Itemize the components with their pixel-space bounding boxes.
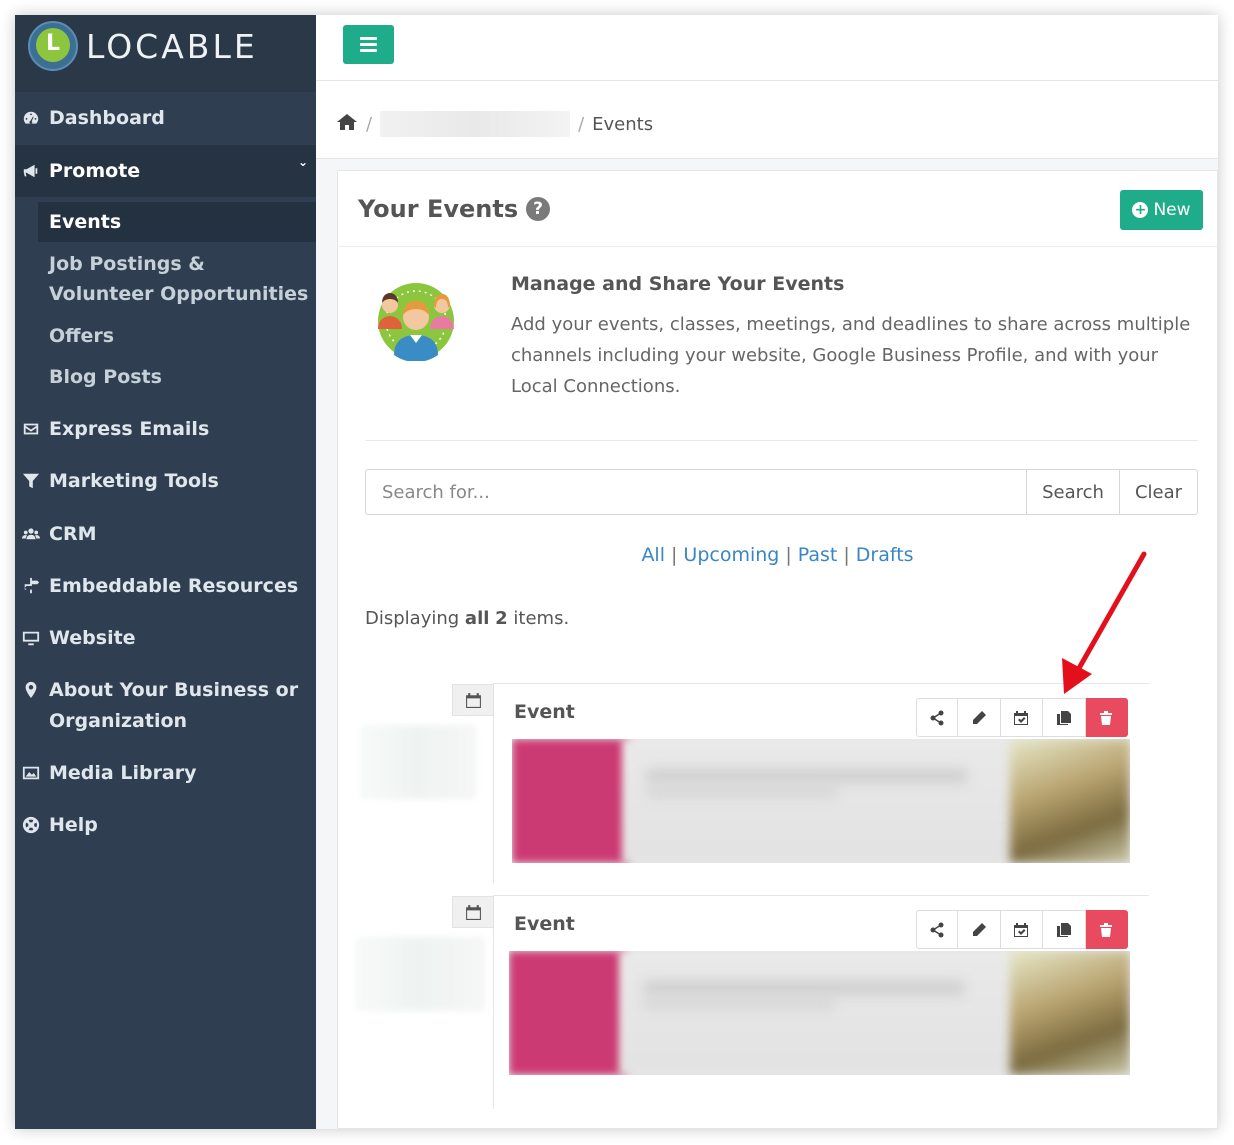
calendar-icon [452, 684, 494, 716]
intro-text: Add your events, classes, meetings, and … [511, 314, 1191, 397]
envelope-icon [20, 420, 42, 438]
filter-upcoming[interactable]: Upcoming [683, 544, 779, 566]
pencil-icon [972, 710, 987, 725]
divider [365, 440, 1198, 441]
event-thumbnail[interactable] [360, 725, 476, 799]
filter-icon [20, 472, 42, 490]
sidebar-item-marketing-tools[interactable]: Marketing Tools [15, 466, 316, 496]
clear-button[interactable]: Clear [1120, 469, 1198, 515]
hamburger-icon [360, 37, 377, 40]
sidebar-item-promote[interactable]: Promote ⌄ [15, 145, 316, 197]
intro-title: Manage and Share Your Events [511, 273, 845, 295]
users-icon [20, 525, 42, 543]
help-icon[interactable]: ? [526, 197, 551, 221]
edit-button[interactable] [958, 698, 1001, 737]
event-thumbnail[interactable] [355, 937, 485, 1011]
new-event-button[interactable]: + New [1120, 190, 1203, 230]
search-input[interactable] [365, 469, 1027, 515]
sidebar-item-express-emails[interactable]: Express Emails [15, 414, 316, 444]
filter-past[interactable]: Past [798, 544, 838, 566]
duplicate-button[interactable] [1043, 910, 1086, 949]
page-title: Your Events ? [358, 195, 551, 223]
breadcrumb-bar: / / Events [316, 81, 1218, 159]
map-marker-icon [20, 681, 42, 699]
event-actions [916, 698, 1128, 737]
copy-icon [1056, 710, 1071, 725]
search-button[interactable]: Search [1027, 469, 1120, 515]
logo-wordmark: LOCABLE [86, 27, 258, 66]
sidebar-item-embeddable-resources[interactable]: Embeddable Resources [15, 571, 316, 601]
signpost-icon [20, 577, 42, 595]
sidebar-item-job-postings[interactable]: Job Postings & Volunteer Opportunities [49, 249, 309, 309]
logo-pin-icon: L [28, 21, 78, 71]
calendar-icon [452, 896, 494, 928]
chevron-down-icon: ⌄ [297, 155, 308, 169]
schedule-button[interactable] [1000, 698, 1044, 737]
dashboard-icon [20, 109, 42, 127]
event-type-label: Event [514, 701, 575, 723]
breadcrumb: / / Events [336, 111, 653, 137]
trash-icon [1100, 922, 1113, 937]
menu-toggle-button[interactable] [343, 25, 394, 64]
share-button[interactable] [916, 910, 959, 949]
people-illustration-icon [378, 283, 454, 361]
monitor-icon [20, 629, 42, 647]
annotation-arrow-icon [1062, 551, 1147, 694]
duplicate-button[interactable] [1043, 698, 1086, 737]
share-icon [930, 922, 944, 937]
sidebar-item-about[interactable]: About Your Business or Organization [15, 675, 316, 737]
calendar-check-icon [1014, 710, 1029, 725]
sidebar-item-events[interactable]: Events [38, 202, 316, 242]
top-bar [316, 15, 1218, 81]
filter-all[interactable]: All [641, 544, 665, 566]
pencil-icon [972, 922, 987, 937]
breadcrumb-current: Events [592, 113, 654, 135]
delete-button[interactable] [1085, 910, 1128, 949]
event-image[interactable] [512, 739, 1130, 863]
image-icon [20, 764, 42, 782]
schedule-button[interactable] [1000, 910, 1044, 949]
plus-circle-icon: + [1132, 202, 1149, 218]
sidebar-item-crm[interactable]: CRM [15, 519, 316, 549]
copy-icon [1056, 922, 1071, 937]
filter-drafts[interactable]: Drafts [856, 544, 914, 566]
sidebar-item-offers[interactable]: Offers [49, 321, 114, 351]
edit-button[interactable] [958, 910, 1001, 949]
event-image[interactable] [509, 951, 1130, 1075]
divider [338, 246, 1217, 247]
delete-button[interactable] [1085, 698, 1128, 737]
trash-icon [1100, 710, 1113, 725]
share-button[interactable] [916, 698, 959, 737]
event-type-label: Event [514, 913, 575, 935]
sidebar-item-media-library[interactable]: Media Library [15, 758, 316, 788]
sidebar-item-blog-posts[interactable]: Blog Posts [49, 362, 162, 392]
life-ring-icon [20, 816, 42, 834]
divider [493, 895, 1149, 896]
home-icon[interactable] [336, 112, 358, 137]
sidebar: L LOCABLE Dashboard Promote ⌄ Events Job… [15, 15, 316, 1129]
sidebar-item-website[interactable]: Website [15, 623, 316, 653]
app-window: L LOCABLE Dashboard Promote ⌄ Events Job… [15, 15, 1218, 1129]
display-count: Displaying all 2 items. [365, 608, 570, 629]
logo[interactable]: L LOCABLE [15, 15, 316, 92]
sidebar-item-help[interactable]: Help [15, 810, 316, 840]
calendar-check-icon [1014, 922, 1029, 937]
search-group: Search Clear [365, 469, 1198, 515]
megaphone-icon [20, 162, 42, 180]
breadcrumb-business-link[interactable] [380, 111, 571, 137]
event-actions [916, 910, 1128, 949]
share-icon [930, 710, 944, 725]
sidebar-item-dashboard[interactable]: Dashboard [15, 103, 316, 133]
